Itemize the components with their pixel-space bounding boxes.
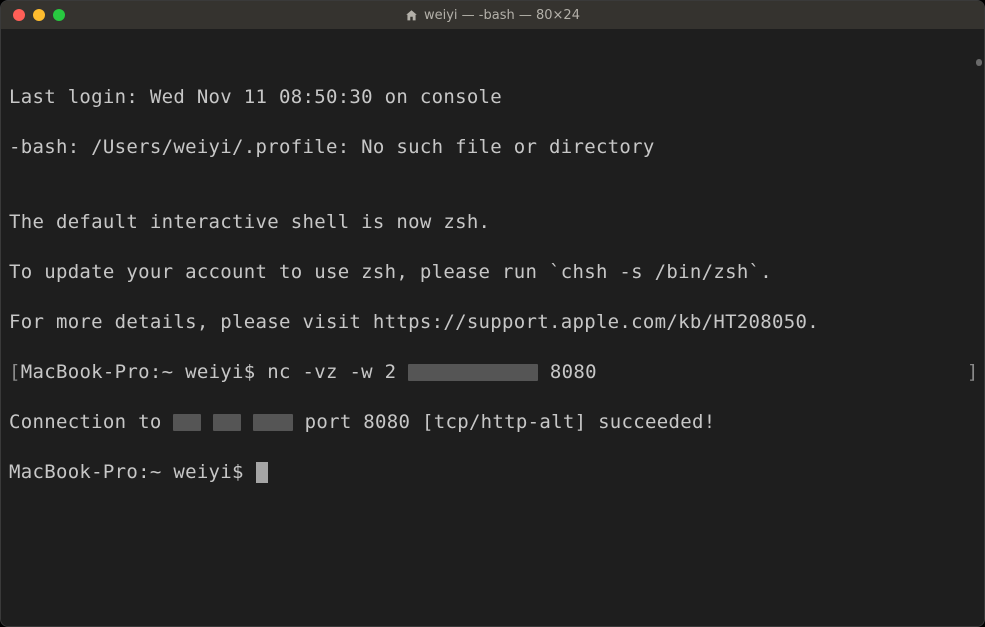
redacted-ip [173, 414, 201, 431]
cursor [256, 462, 268, 483]
redacted-ip [408, 364, 538, 381]
result-text: Connection to [9, 411, 173, 433]
prompt-line: MacBook-Pro:~ weiyi$ [9, 460, 978, 485]
terminal-body[interactable]: Last login: Wed Nov 11 08:50:30 on conso… [1, 29, 984, 626]
output-line: For more details, please visit https://s… [9, 310, 978, 335]
home-icon [405, 9, 418, 22]
output-line: -bash: /Users/weiyi/.profile: No such fi… [9, 135, 978, 160]
titlebar[interactable]: weiyi — -bash — 80×24 [1, 1, 984, 29]
prompt-text: MacBook-Pro:~ weiyi$ [9, 461, 256, 483]
close-button[interactable] [13, 9, 25, 21]
bracket-icon: [ [9, 361, 21, 383]
output-line: Last login: Wed Nov 11 08:50:30 on conso… [9, 85, 978, 110]
result-tail: port 8080 [tcp/http-alt] succeeded! [293, 411, 716, 433]
window-title: weiyi — -bash — 80×24 [424, 8, 580, 23]
title-wrap: weiyi — -bash — 80×24 [1, 8, 984, 23]
maximize-button[interactable] [53, 9, 65, 21]
output-line: Connection to port 8080 [tcp/http-alt] s… [9, 410, 978, 435]
scrollbar[interactable] [976, 59, 982, 66]
output-line: The default interactive shell is now zsh… [9, 210, 978, 235]
output-line: To update your account to use zsh, pleas… [9, 260, 978, 285]
redacted-ip [213, 414, 241, 431]
command-line: [MacBook-Pro:~ weiyi$ nc -vz -w 2 8080] [9, 360, 978, 385]
redacted-ip [253, 414, 293, 431]
traffic-lights [1, 9, 65, 21]
bracket-icon: ] [967, 361, 979, 383]
minimize-button[interactable] [33, 9, 45, 21]
prompt-text: MacBook-Pro:~ weiyi$ nc -vz -w 2 [21, 361, 408, 383]
command-tail: 8080 [538, 361, 597, 383]
terminal-window: weiyi — -bash — 80×24 Last login: Wed No… [0, 0, 985, 627]
